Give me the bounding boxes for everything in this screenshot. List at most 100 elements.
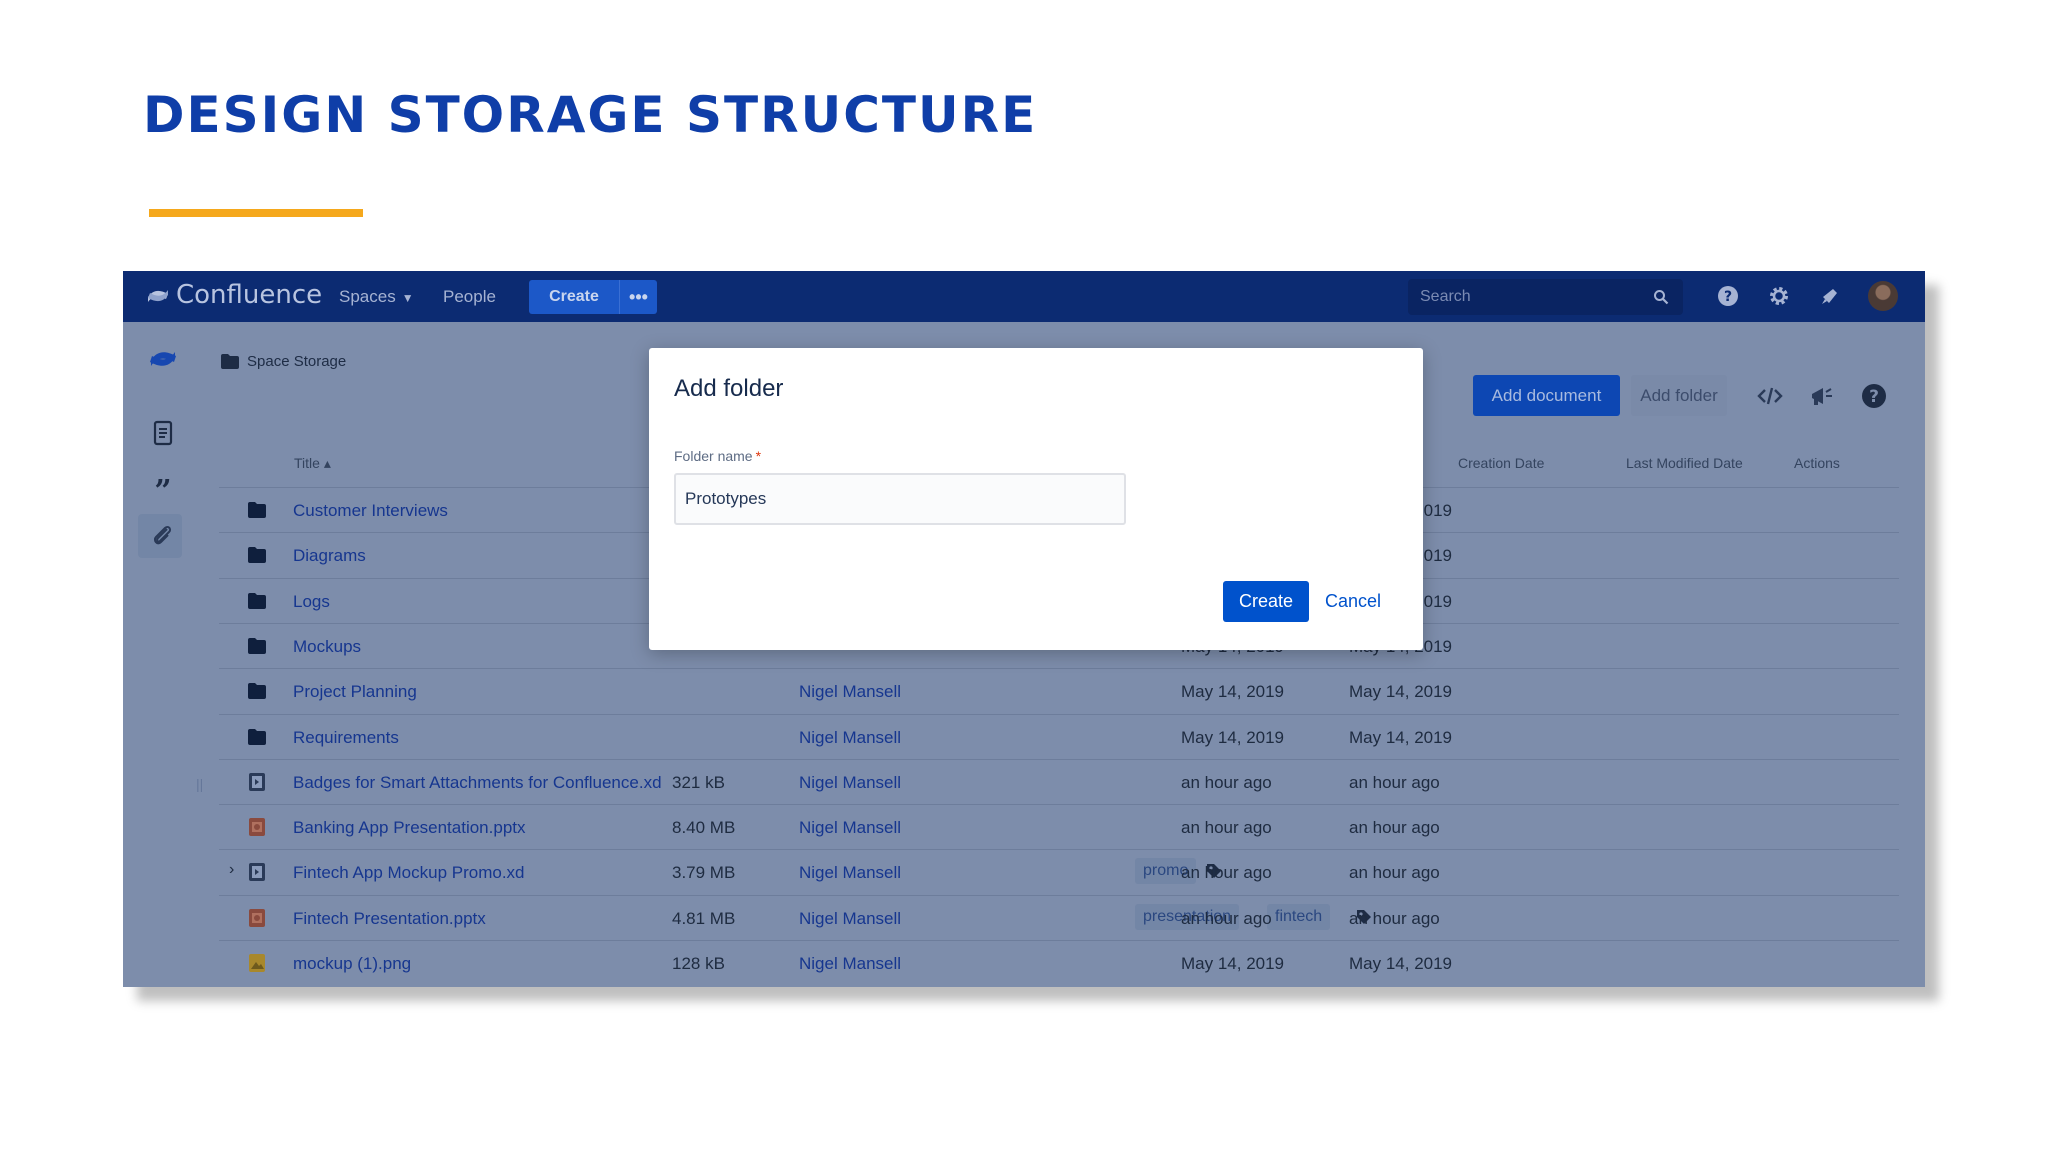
file-title-link[interactable]: Fintech Presentation.pptx <box>293 909 486 929</box>
column-header-creation-date[interactable]: Creation Date <box>1458 455 1544 471</box>
creation-date: an hour ago <box>1181 908 1272 928</box>
file-title-link[interactable]: Requirements <box>293 728 399 748</box>
table-row[interactable]: mockup (1).png 128 kB Nigel Mansell May 14,… <box>219 940 1899 985</box>
breadcrumb-label: Space Storage <box>247 353 347 370</box>
table-row[interactable]: Requirements Nigel Mansell May 14, 2019 May… <box>219 713 1899 759</box>
folder-icon <box>248 728 266 745</box>
creation-date: an hour ago <box>1181 772 1272 792</box>
folder-icon <box>248 637 266 654</box>
folder-icon <box>248 547 266 564</box>
top-navigation: Confluence Spaces ▼ People Create ••• ? <box>123 271 1925 322</box>
file-title-link[interactable]: Project Planning <box>293 682 417 702</box>
nav-spaces[interactable]: Spaces ▼ <box>339 287 414 307</box>
file-size: 128 kB <box>672 954 725 973</box>
help-icon[interactable]: ? <box>1717 285 1739 307</box>
file-title-link[interactable]: Customer Interviews <box>293 501 448 521</box>
last-modified-date: May 14, 2019 <box>1349 682 1453 702</box>
dialog-create-button[interactable]: Create <box>1223 581 1309 622</box>
add-document-button[interactable]: Add document <box>1473 375 1620 416</box>
megaphone-icon[interactable] <box>1809 383 1835 409</box>
search-input[interactable] <box>1408 279 1648 315</box>
user-avatar[interactable] <box>1868 281 1898 311</box>
creator-link[interactable]: Nigel Mansell <box>799 863 901 883</box>
gear-icon[interactable] <box>1768 285 1790 307</box>
nav-spaces-label: Spaces <box>339 287 396 306</box>
more-options-button[interactable]: ••• <box>619 280 657 314</box>
folder-icon <box>221 354 239 369</box>
column-header-title[interactable]: Title ▴ <box>294 455 331 472</box>
svg-text:?: ? <box>1724 289 1732 305</box>
table-row[interactable]: Badges for Smart Attachments for Conflue… <box>219 758 1899 804</box>
file-title-link[interactable]: Diagrams <box>293 546 366 566</box>
table-row[interactable]: Project Planning Nigel Mansell May 14, 201… <box>219 668 1899 713</box>
last-modified-date: an hour ago <box>1349 863 1440 883</box>
last-modified-date: May 14, 2019 <box>1349 954 1453 973</box>
file-title-link[interactable]: Fintech App Mockup Promo.xd <box>293 863 525 883</box>
file-tag[interactable]: fintech <box>1267 903 1331 930</box>
file-title-link[interactable]: Mockups <box>293 637 361 657</box>
chevron-down-icon: ▼ <box>401 291 414 305</box>
folder-icon <box>248 683 266 700</box>
file-title-link[interactable]: mockup (1).png <box>293 954 411 974</box>
file-title-link[interactable]: Logs <box>293 592 330 612</box>
table-row[interactable]: Fintech Presentation.pptx 4.81 MB Nigel Ma… <box>219 894 1899 940</box>
search-box[interactable] <box>1408 279 1683 315</box>
file-size: 321 kB <box>672 772 725 792</box>
confluence-logo-icon[interactable] <box>146 284 170 308</box>
creation-date: an hour ago <box>1181 818 1272 838</box>
quote-icon[interactable]: ” <box>148 474 178 504</box>
expand-row-icon[interactable]: › <box>229 861 234 879</box>
file-title-link[interactable]: Banking App Presentation.pptx <box>293 818 526 838</box>
pages-icon[interactable] <box>148 418 178 448</box>
svg-text:”: ” <box>154 474 171 504</box>
sidebar-resize-handle[interactable]: || <box>196 776 203 792</box>
creator-link[interactable]: Nigel Mansell <box>799 682 901 702</box>
column-header-actions: Actions <box>1794 455 1840 471</box>
creator-link[interactable]: Nigel Mansell <box>799 909 901 929</box>
add-folder-button[interactable]: Add folder <box>1631 375 1727 416</box>
last-modified-date: an hour ago <box>1349 908 1440 928</box>
creation-date: May 14, 2019 <box>1181 954 1285 973</box>
last-modified-date: an hour ago <box>1349 818 1440 838</box>
create-button[interactable]: Create <box>529 280 619 314</box>
creation-date: May 14, 2019 <box>1181 682 1285 702</box>
confluence-logo-icon[interactable] <box>148 344 178 374</box>
file-size: 8.40 MB <box>672 818 736 838</box>
table-row[interactable]: Banking App Presentation.pptx 8.40 MB Nige… <box>219 804 1899 849</box>
dialog-title: Add folder <box>674 375 784 402</box>
image-file-icon <box>249 954 265 972</box>
folder-name-input[interactable] <box>674 473 1126 525</box>
folder-icon <box>248 502 266 518</box>
app-logo-text[interactable]: Confluence <box>176 280 322 310</box>
file-title-link[interactable]: Badges for Smart Attachments for Conflue… <box>293 773 662 793</box>
dialog-cancel-button[interactable]: Cancel <box>1315 581 1391 622</box>
column-header-last-modified[interactable]: Last Modified Date <box>1626 455 1743 471</box>
creation-date: May 14, 2019 <box>1181 727 1285 747</box>
folder-name-label-text: Folder name <box>674 448 753 464</box>
slide-title: DESIGN STORAGE STRUCTURE <box>143 86 1038 144</box>
creator-link[interactable]: Nigel Mansell <box>799 954 901 974</box>
add-folder-dialog: Add folder Folder name* Create Cancel <box>649 348 1423 650</box>
last-modified-date: May 14, 2019 <box>1349 727 1453 747</box>
search-icon[interactable] <box>1653 289 1669 305</box>
creation-date: an hour ago <box>1181 863 1272 883</box>
confluence-screenshot: Confluence Spaces ▼ People Create ••• ? <box>123 271 1925 987</box>
creator-link[interactable]: Nigel Mansell <box>799 818 901 838</box>
folder-name-label: Folder name * <box>674 448 761 464</box>
code-icon[interactable] <box>1757 383 1783 409</box>
help-icon[interactable]: ? <box>1861 383 1887 409</box>
table-row[interactable]: › Fintech App Mockup Promo.xd 3.79 MB Nigel… <box>219 849 1899 894</box>
presentation-file-icon <box>249 908 265 927</box>
folder-icon <box>248 592 266 609</box>
paperclip-icon[interactable] <box>148 521 178 551</box>
xd-file-icon <box>249 772 265 791</box>
creator-link[interactable]: Nigel Mansell <box>799 728 901 748</box>
file-size: 4.81 MB <box>672 908 736 928</box>
nav-people[interactable]: People <box>443 287 496 307</box>
creator-link[interactable]: Nigel Mansell <box>799 773 901 793</box>
svg-text:?: ? <box>1869 387 1879 407</box>
required-marker: * <box>755 448 762 464</box>
file-size: 3.79 MB <box>672 863 736 883</box>
notifications-icon[interactable] <box>1819 285 1841 307</box>
breadcrumb[interactable]: Space Storage <box>221 353 346 370</box>
